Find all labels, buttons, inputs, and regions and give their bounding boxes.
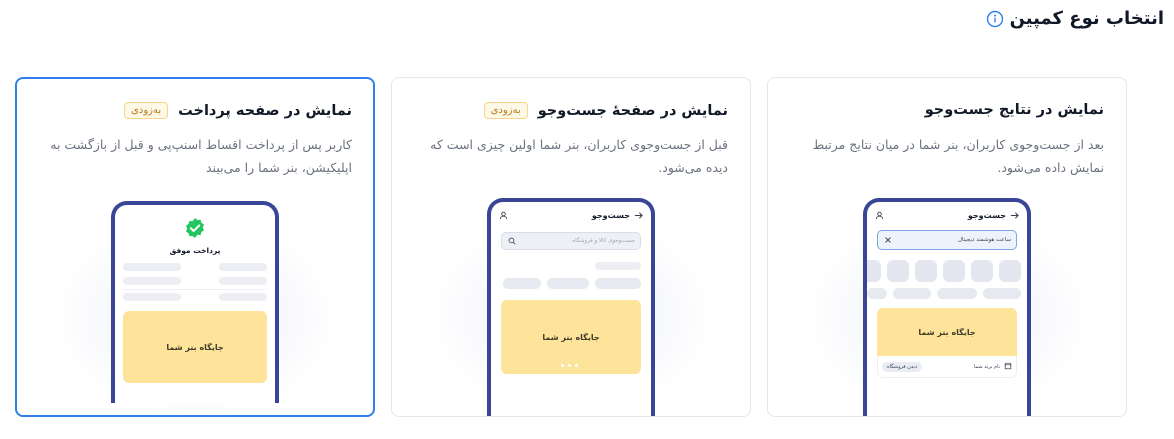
phone-header: جست‌وجو: [875, 208, 1019, 222]
campaign-card-payment-page[interactable]: نمایش در صفحه پرداخت به‌زودی کاربر پس از…: [15, 77, 375, 417]
card-title-row: نمایش در نتایج جست‌وجو: [925, 102, 1104, 118]
category-chip: [915, 260, 937, 282]
user-icon: [499, 211, 508, 220]
banner-slot: جایگاه بنر شما: [877, 308, 1017, 356]
coming-soon-badge: به‌زودی: [483, 102, 528, 119]
banner-label: جایگاه بنر شما: [542, 332, 600, 342]
card-title-row: نمایش در صفحهٔ جست‌وجو به‌زودی: [483, 102, 728, 119]
search-icon: [507, 237, 516, 246]
phone-search-placeholder: جست‌وجوی کالا و فروشگاه: [572, 238, 635, 244]
category-chip: [867, 260, 881, 282]
phone-mockup: جست‌وجو جست‌وجوی کالا و فروشگاه جایگاه ب…: [487, 198, 655, 416]
user-icon: [875, 211, 884, 220]
card-description: قبل از جست‌وجوی کاربران، بنر شما اولین چ…: [430, 137, 728, 175]
filter-chip: [937, 288, 977, 299]
page-header: انتخاب نوع کمپین: [986, 8, 1164, 29]
filter-chip: [547, 278, 589, 289]
campaign-card-search-page[interactable]: نمایش در صفحهٔ جست‌وجو به‌زودی قبل از جس…: [391, 77, 751, 417]
phone-search-field: ساعت هوشمند دیجیتال: [877, 230, 1017, 250]
category-chip: [999, 260, 1021, 282]
filter-chip: [893, 288, 931, 299]
placeholder-line: [219, 263, 267, 271]
placeholder-line: [123, 277, 181, 285]
placeholder-line: [595, 262, 641, 270]
phone-header-title: جست‌وجو: [591, 210, 630, 220]
banner-label: جایگاه بنر شما: [166, 342, 224, 352]
phone-header: جست‌وجو: [499, 208, 643, 222]
filter-chip: [867, 288, 887, 299]
store-icon: [1003, 362, 1012, 371]
placeholder-line: [123, 263, 181, 271]
placeholder-line: [219, 293, 267, 301]
page-title: انتخاب نوع کمپین: [1009, 8, 1164, 29]
arrow-right-icon: [634, 211, 643, 220]
placeholder-line: [123, 293, 181, 301]
filter-chip: [595, 278, 641, 289]
card-description: کاربر پس از پرداخت اقساط اسنپ‌پی و قبل ا…: [50, 137, 352, 175]
divider: [123, 289, 267, 290]
category-chip: [887, 260, 909, 282]
phone-mockup: پرداخت موفق جایگاه بنر شما: [111, 201, 279, 403]
phone-mockup: جست‌وجو ساعت هوشمند دیجیتال جایگاه بنر ش…: [863, 198, 1031, 416]
filter-chip: [983, 288, 1021, 299]
info-icon[interactable]: [986, 10, 1004, 28]
placeholder-line: [219, 277, 267, 285]
shop-row: نام برند شما دیدن فروشگاه: [877, 356, 1017, 378]
phone-search-value: ساعت هوشمند دیجیتال: [957, 237, 1011, 243]
carousel-dots: [561, 364, 578, 367]
category-chip: [943, 260, 965, 282]
phone-search-field: جست‌وجوی کالا و فروشگاه: [501, 232, 641, 250]
arrow-right-icon: [1010, 211, 1019, 220]
banner-slot: جایگاه بنر شما: [501, 300, 641, 374]
card-title-row: نمایش در صفحه پرداخت به‌زودی: [124, 102, 352, 119]
card-title: نمایش در صفحه پرداخت: [178, 102, 352, 119]
card-description: بعد از جست‌وجوی کاربران، بنر شما در میان…: [812, 137, 1104, 175]
category-chip: [971, 260, 993, 282]
view-store-button: دیدن فروشگاه: [882, 361, 923, 372]
payment-success-text: پرداخت موفق: [169, 246, 221, 255]
card-title: نمایش در صفحهٔ جست‌وجو: [537, 102, 728, 119]
check-badge-icon: [184, 217, 206, 243]
shop-name: نام برند شما: [974, 363, 1000, 370]
filter-chip: [503, 278, 541, 289]
card-title: نمایش در نتایج جست‌وجو: [924, 102, 1104, 118]
coming-soon-badge: به‌زودی: [124, 102, 169, 119]
phone-header-title: جست‌وجو: [967, 210, 1006, 220]
close-icon: [883, 236, 892, 245]
banner-slot: جایگاه بنر شما: [123, 311, 267, 383]
banner-label: جایگاه بنر شما: [918, 327, 976, 337]
payment-success: پرداخت موفق: [115, 217, 275, 255]
campaign-card-search-results[interactable]: نمایش در نتایج جست‌وجو بعد از جست‌وجوی ک…: [767, 77, 1127, 417]
